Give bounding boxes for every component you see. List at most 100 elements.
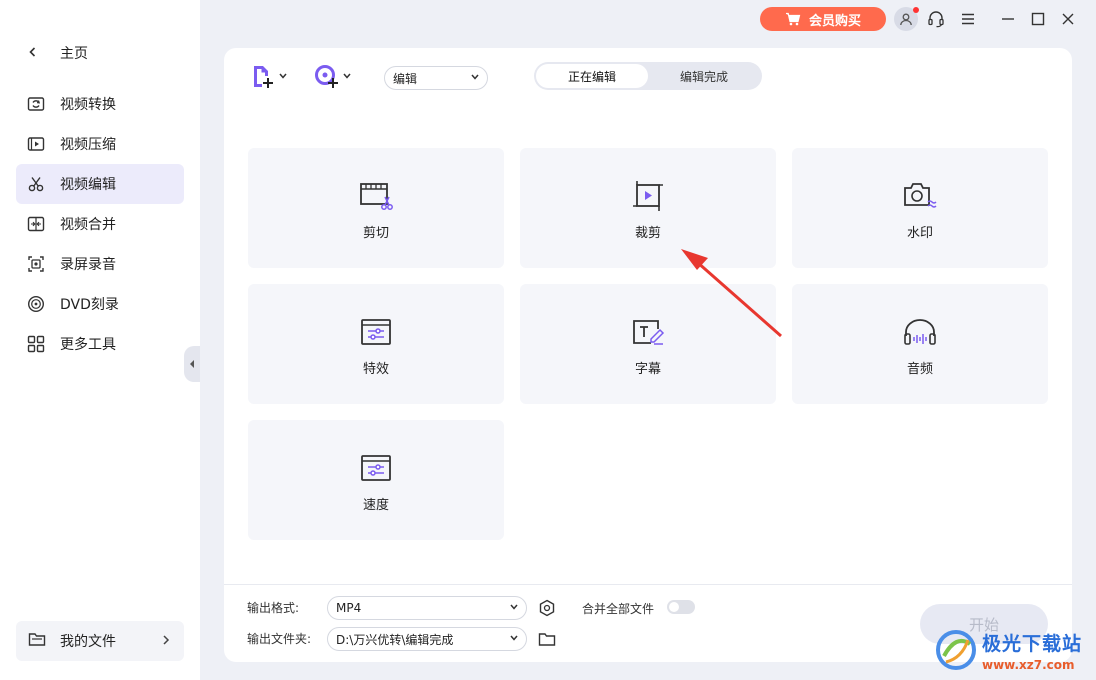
sidebar-item-video-convert[interactable]: 视频转换: [16, 84, 184, 124]
sidebar-item-label: 视频编辑: [60, 177, 116, 193]
sidebar-item-label: DVD刻录: [60, 297, 119, 313]
tool-card-cut[interactable]: 剪切: [248, 148, 504, 268]
grid-icon: [26, 334, 46, 354]
tool-card-audio[interactable]: 音频: [792, 284, 1048, 404]
user-avatar[interactable]: [894, 7, 919, 31]
mode-select-value: 编辑: [393, 71, 418, 86]
sidebar-item-video-merge[interactable]: 视频合并: [16, 204, 184, 244]
folder-icon: [28, 631, 46, 651]
sidebar-item-label: 视频压缩: [60, 137, 116, 153]
close-button[interactable]: [1057, 8, 1079, 30]
output-folder-value: D:\万兴优转\编辑完成: [336, 632, 454, 647]
notification-dot: [913, 7, 919, 13]
sidebar: 主页 视频转换 视频压缩 视频编辑 视频合并 录屏录音 DVD刻录 更多工具 我…: [0, 0, 200, 680]
toggle-knob: [669, 602, 679, 612]
tool-card-subtitle[interactable]: 字幕: [520, 284, 776, 404]
sidebar-item-video-edit[interactable]: 视频编辑: [16, 164, 184, 204]
site-watermark: 极光下载站 www.xz7.com: [934, 622, 1094, 678]
add-file-button[interactable]: [250, 64, 287, 90]
headset-icon: [928, 11, 944, 28]
sidebar-item-label: 视频转换: [60, 97, 116, 113]
tool-label: 水印: [906, 226, 933, 241]
output-format-select[interactable]: MP4: [327, 596, 527, 620]
add-media-icon: [315, 65, 338, 88]
tool-card-speed[interactable]: 速度: [248, 420, 504, 540]
effects-sliders-icon: [358, 314, 394, 350]
subtitle-icon: [630, 314, 666, 350]
watermark-title: 极光下载站: [982, 632, 1083, 655]
video-merge-icon: [26, 214, 46, 234]
tool-label: 字幕: [634, 362, 661, 377]
add-media-button[interactable]: [314, 64, 351, 90]
tab-completed[interactable]: 编辑完成: [648, 64, 760, 88]
sidebar-item-video-compress[interactable]: 视频压缩: [16, 124, 184, 164]
main-panel: 编辑 正在编辑 编辑完成 剪切 裁剪 水印 特效 字幕 音频 速度 输出格式: …: [224, 48, 1072, 662]
merge-all-label: 合并全部文件: [582, 602, 655, 616]
video-convert-icon: [26, 94, 46, 114]
output-format-label: 输出格式:: [247, 601, 300, 615]
user-icon: [900, 13, 912, 26]
status-tabs: 正在编辑 编辑完成: [534, 62, 762, 90]
sidebar-item-dvd[interactable]: DVD刻录: [16, 284, 184, 324]
watermark-url: www.xz7.com: [982, 657, 1075, 672]
tool-label: 速度: [362, 498, 389, 513]
headphones-icon: [902, 314, 938, 350]
output-folder-select[interactable]: D:\万兴优转\编辑完成: [327, 627, 527, 651]
hamburger-icon: [962, 13, 974, 25]
sidebar-item-label: 录屏录音: [60, 257, 116, 273]
chevron-left-icon: [28, 46, 48, 61]
chevron-down-icon: [343, 72, 351, 82]
tool-card-effects[interactable]: 特效: [248, 284, 504, 404]
home-label: 主页: [60, 46, 88, 62]
chevron-right-icon: [162, 634, 170, 648]
vip-label: 会员购买: [808, 13, 861, 29]
chevron-down-icon: [510, 634, 518, 644]
tool-label: 音频: [906, 362, 933, 377]
tab-editing[interactable]: 正在编辑: [536, 64, 648, 88]
chevron-down-icon: [279, 72, 287, 82]
home-nav[interactable]: 主页: [28, 42, 88, 64]
settings-hex-icon: [539, 599, 555, 617]
sidebar-item-more-tools[interactable]: 更多工具: [16, 324, 184, 364]
film-cut-icon: [358, 178, 394, 214]
tool-label: 剪切: [362, 226, 389, 241]
chevron-down-icon: [471, 73, 479, 83]
vip-purchase-button[interactable]: 会员购买: [760, 7, 886, 31]
speed-sliders-icon: [358, 450, 394, 486]
open-folder-button[interactable]: [536, 628, 558, 650]
scissors-icon: [26, 174, 46, 194]
tool-card-crop[interactable]: 裁剪: [520, 148, 776, 268]
my-files-label: 我的文件: [60, 634, 116, 650]
chevron-down-icon: [510, 603, 518, 613]
sidebar-item-screen-record[interactable]: 录屏录音: [16, 244, 184, 284]
mode-select[interactable]: 编辑: [384, 66, 488, 90]
menu-button[interactable]: [957, 8, 979, 30]
tool-label: 裁剪: [634, 226, 661, 241]
camera-watermark-icon: [902, 178, 938, 214]
video-compress-icon: [26, 134, 46, 154]
format-settings-button[interactable]: [536, 597, 558, 619]
watermark-logo-icon: [936, 630, 976, 670]
sidebar-item-label: 更多工具: [60, 337, 116, 353]
tool-label: 特效: [362, 362, 389, 377]
minimize-button[interactable]: [997, 8, 1019, 30]
close-icon: [1062, 13, 1074, 25]
chevron-left-icon: [190, 360, 194, 368]
sidebar-menu: 视频转换 视频压缩 视频编辑 视频合并 录屏录音 DVD刻录 更多工具: [16, 84, 184, 364]
output-format-value: MP4: [336, 601, 362, 615]
merge-all-toggle[interactable]: [667, 600, 695, 614]
maximize-button[interactable]: [1027, 8, 1049, 30]
my-files-button[interactable]: 我的文件: [16, 621, 184, 661]
tool-card-watermark[interactable]: 水印: [792, 148, 1048, 268]
cart-icon: [785, 12, 801, 26]
minimize-icon: [1002, 18, 1014, 20]
footer-divider: [224, 584, 1072, 585]
folder-icon: [538, 633, 556, 646]
disc-icon: [26, 294, 46, 314]
screen-record-icon: [26, 254, 46, 274]
add-file-icon: [254, 66, 273, 88]
crop-icon: [630, 178, 666, 214]
output-folder-label: 输出文件夹:: [247, 632, 312, 646]
support-button[interactable]: [925, 8, 947, 30]
sidebar-collapse-handle[interactable]: [184, 346, 200, 382]
